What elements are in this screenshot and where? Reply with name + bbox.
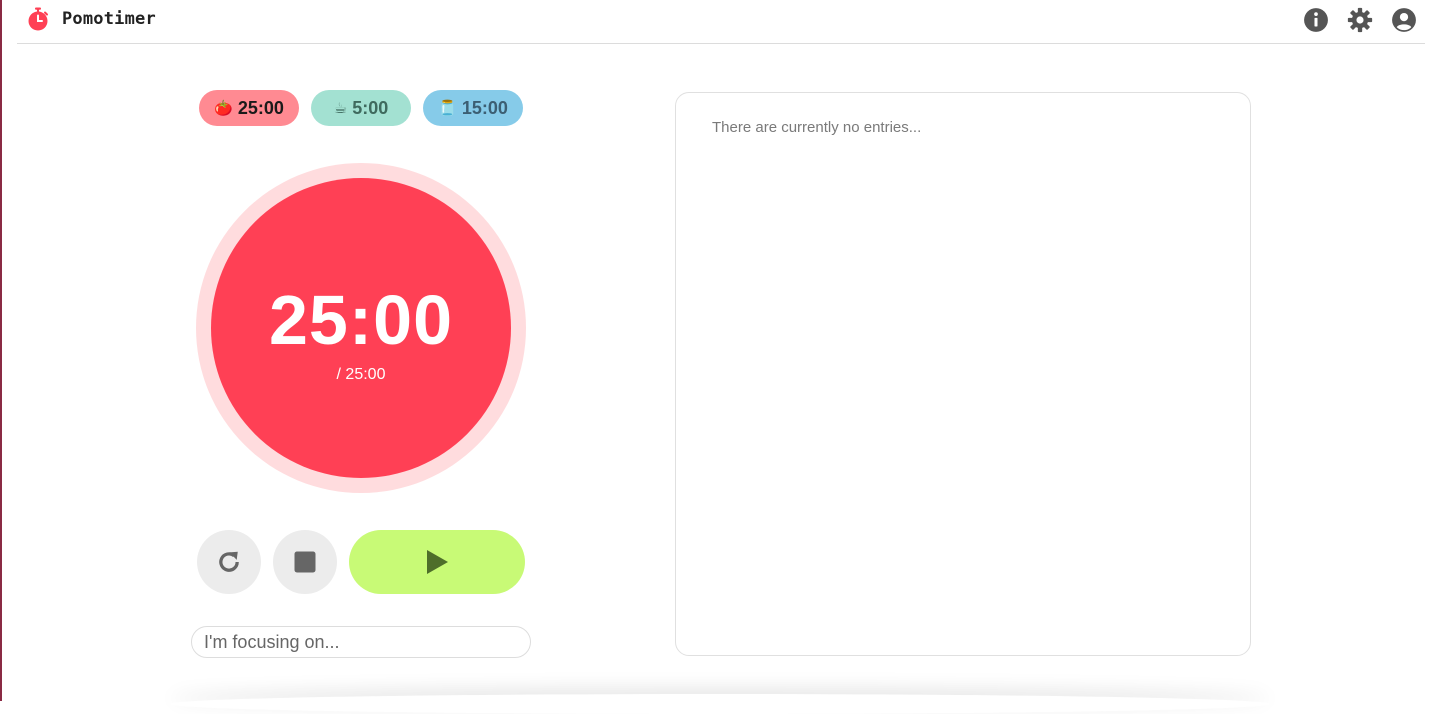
gear-icon (1347, 7, 1373, 33)
coffee-icon: ☕ (333, 100, 348, 117)
tomato-icon: 🍅 (214, 100, 233, 117)
account-button[interactable] (1391, 7, 1417, 33)
bottom-bar-shadow (170, 694, 1270, 714)
app-title: Pomotimer (62, 9, 156, 29)
timer-presets: 🍅 25:00 ☕ 5:00 🫙 15:00 (199, 90, 523, 126)
stop-button[interactable] (273, 530, 337, 594)
focus-input[interactable] (191, 626, 531, 658)
play-icon (427, 550, 448, 574)
account-icon (1392, 8, 1416, 32)
entries-empty-text: There are currently no entries... (712, 119, 922, 136)
timer-total: / 25:00 (336, 366, 386, 383)
stop-icon (294, 551, 316, 573)
entries-panel: There are currently no entries... (675, 92, 1251, 656)
timer-remaining: 25:00 (268, 281, 454, 359)
header-actions (1303, 7, 1417, 33)
preset-short-break-button[interactable]: ☕ 5:00 (311, 90, 411, 126)
play-button[interactable] (349, 530, 525, 594)
stopwatch-logo-icon (28, 7, 48, 31)
app-header: Pomotimer (17, 0, 1425, 44)
settings-button[interactable] (1347, 7, 1373, 33)
preset-pomodoro-button[interactable]: 🍅 25:00 (199, 90, 299, 126)
info-button[interactable] (1303, 7, 1329, 33)
reset-button[interactable] (197, 530, 261, 594)
preset-label: 15:00 (461, 97, 508, 118)
jar-icon: 🫙 (438, 100, 457, 117)
window-edge (0, 0, 2, 701)
timer-display: 25:00 / 25:00 (211, 178, 511, 478)
reset-icon (219, 551, 239, 572)
brand[interactable]: Pomotimer (26, 6, 156, 32)
preset-long-break-button[interactable]: 🫙 15:00 (423, 90, 523, 126)
info-icon (1304, 8, 1328, 32)
preset-label: 5:00 (352, 97, 389, 118)
preset-label: 25:00 (237, 97, 284, 118)
